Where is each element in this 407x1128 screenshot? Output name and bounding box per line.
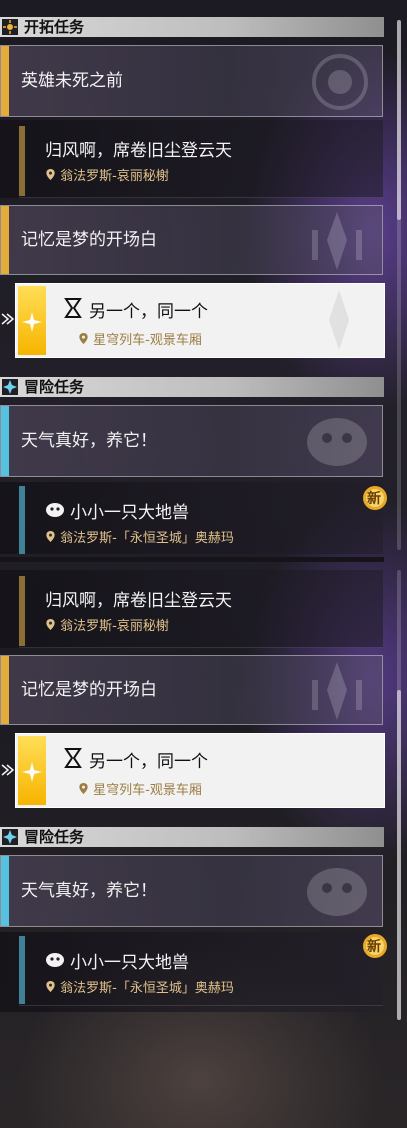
new-badge: 新	[360, 484, 390, 512]
quest-location-text: 星穹列车-观景车厢	[93, 783, 202, 798]
selected-gold-bar	[18, 736, 46, 805]
quest-emblem-icon	[329, 290, 349, 350]
section-title: 开拓任务	[24, 18, 85, 36]
quest-another-selected[interactable]: 另一个，同一个 星穹列车-观景车厢	[15, 733, 385, 808]
quest-another-selected[interactable]: 另一个，同一个 星穹列车-观景车厢	[15, 283, 385, 358]
quest-title: 记忆是梦的开场白	[21, 230, 157, 250]
quest-bar	[19, 936, 25, 1004]
quest-emblem-icon	[312, 212, 362, 270]
quest-title: 小小一只大地兽	[70, 503, 189, 523]
quest-location: 翁法罗斯-哀丽秘榭	[45, 615, 169, 634]
section-header-adventure: 冒险任务	[0, 377, 384, 397]
quest-heroes[interactable]: 英雄未死之前	[0, 45, 383, 117]
quest-emblem-icon	[312, 54, 368, 110]
quest-location-text: 翁法罗斯-哀丽秘榭	[60, 169, 169, 184]
quest-location: 翁法罗斯-「永恒圣城」奥赫玛	[45, 527, 234, 546]
location-pin-icon	[46, 169, 55, 180]
new-badge-label: 新	[367, 939, 381, 955]
quest-emblem-icon	[312, 662, 362, 720]
divider	[19, 197, 383, 198]
quest-emblem-icon	[307, 868, 367, 916]
quest-title: 小小一只大地兽	[70, 953, 189, 973]
divider	[0, 557, 384, 562]
scrollbar-thumb[interactable]	[397, 20, 401, 220]
quest-beast[interactable]: 小小一只大地兽 翁法罗斯-「永恒圣城」奥赫玛	[0, 482, 383, 554]
selected-gold-bar	[18, 286, 46, 355]
divider	[19, 647, 383, 648]
adventure-icon	[2, 379, 18, 395]
quest-accent	[1, 656, 9, 724]
location-pin-icon	[46, 531, 55, 542]
selected-arrow-icon	[1, 313, 14, 325]
quest-location: 星穹列车-观景车厢	[78, 329, 202, 348]
quest-title: 天气真好，养它！	[21, 431, 157, 451]
quest-weather[interactable]: 天气真好，养它！	[0, 405, 383, 477]
quest-title: 另一个，同一个	[89, 752, 208, 772]
quest-wind[interactable]: 归风啊，席卷旧尘登云天 翁法罗斯-哀丽秘榭	[0, 120, 383, 198]
quest-accent	[1, 46, 9, 116]
section-header-trailblaze: 开拓任务	[0, 17, 384, 37]
hourglass-icon	[64, 298, 82, 318]
quest-title: 英雄未死之前	[21, 71, 123, 91]
quest-bar	[19, 486, 25, 554]
quest-bar	[19, 576, 25, 646]
section-header-adventure: 冒险任务	[0, 827, 384, 847]
location-pin-icon	[79, 783, 88, 794]
quest-weather[interactable]: 天气真好，养它！	[0, 855, 383, 927]
new-badge: 新	[360, 932, 390, 960]
quest-memory[interactable]: 记忆是梦的开场白	[0, 205, 383, 275]
quest-location-text: 翁法罗斯-「永恒圣城」奥赫玛	[60, 981, 234, 996]
quest-beast[interactable]: 小小一只大地兽 翁法罗斯-「永恒圣城」奥赫玛	[0, 932, 383, 1012]
hourglass-icon	[64, 748, 82, 768]
quest-accent	[1, 206, 9, 274]
quest-emblem-icon	[307, 418, 367, 466]
quest-title: 天气真好，养它！	[21, 881, 157, 901]
adventure-icon	[2, 829, 18, 845]
quest-accent	[1, 406, 9, 476]
divider	[19, 1005, 383, 1006]
creature-icon	[46, 503, 64, 517]
quest-location-text: 翁法罗斯-哀丽秘榭	[60, 619, 169, 634]
quest-bar	[19, 126, 25, 196]
quest-title: 记忆是梦的开场白	[21, 680, 157, 700]
location-pin-icon	[46, 981, 55, 992]
quest-memory[interactable]: 记忆是梦的开场白	[0, 655, 383, 725]
quest-location: 翁法罗斯-「永恒圣城」奥赫玛	[45, 977, 234, 996]
quest-title: 归风啊，席卷旧尘登云天	[45, 141, 232, 161]
section-title: 冒险任务	[24, 828, 85, 846]
quest-title: 另一个，同一个	[89, 302, 208, 322]
creature-icon	[46, 953, 64, 967]
scrollbar-thumb[interactable]	[397, 690, 401, 1020]
section-title: 冒险任务	[24, 378, 85, 396]
location-pin-icon	[79, 333, 88, 344]
new-badge-label: 新	[367, 491, 381, 507]
quest-location: 星穹列车-观景车厢	[78, 779, 202, 798]
quest-location-text: 翁法罗斯-「永恒圣城」奥赫玛	[60, 531, 234, 546]
selected-arrow-icon	[1, 764, 14, 776]
quest-wind[interactable]: 归风啊，席卷旧尘登云天 翁法罗斯-哀丽秘榭	[0, 570, 383, 648]
quest-location: 翁法罗斯-哀丽秘榭	[45, 165, 169, 184]
location-pin-icon	[46, 619, 55, 630]
quest-title: 归风啊，席卷旧尘登云天	[45, 591, 232, 611]
sparkle-icon	[22, 762, 42, 782]
trailblaze-icon	[2, 19, 18, 35]
sparkle-icon	[22, 312, 42, 332]
quest-location-text: 星穹列车-观景车厢	[93, 333, 202, 348]
quest-accent	[1, 856, 9, 926]
